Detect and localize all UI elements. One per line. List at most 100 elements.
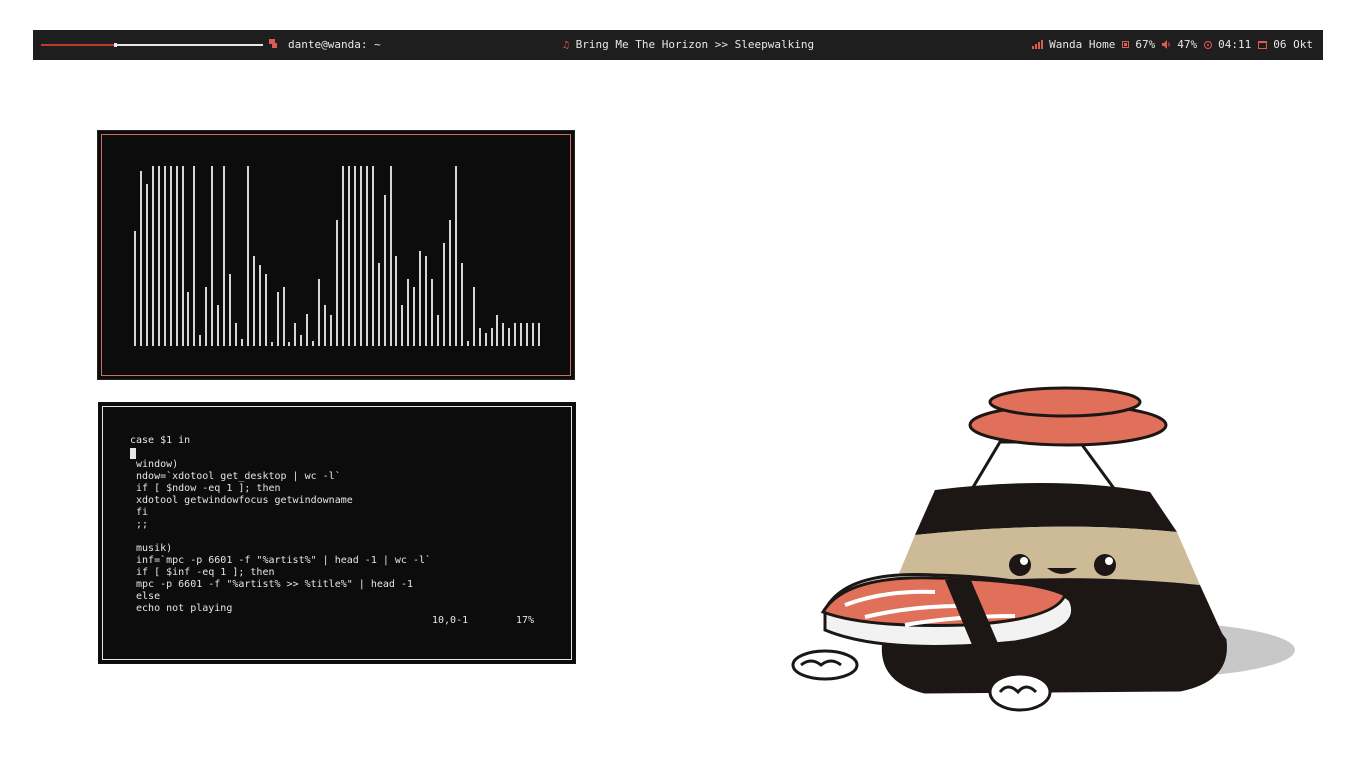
- visualizer-bar: [377, 263, 380, 346]
- visualizer-bar: [211, 166, 214, 346]
- visualizer-bar: [157, 166, 160, 346]
- visualizer-bar: [502, 322, 505, 346]
- text-cursor: [130, 448, 136, 459]
- window-title: dante@wanda: ~: [288, 38, 381, 51]
- terminal-icon[interactable]: [269, 39, 277, 48]
- visualizer-bar: [526, 322, 529, 346]
- terminal-window[interactable]: case $1 in window) ndow=`xdotool get_des…: [98, 402, 576, 664]
- visualizer-bar: [223, 166, 226, 346]
- visualizer-bar: [460, 263, 463, 346]
- now-playing-text: Bring Me The Horizon >> Sleepwalking: [575, 38, 815, 51]
- visualizer-bar: [151, 166, 154, 346]
- visualizer-bar: [264, 274, 267, 346]
- visualizer-bar: [448, 220, 451, 346]
- left-eye-shine: [1020, 557, 1028, 565]
- visualizer-bar: [169, 166, 172, 346]
- visualizer-bar: [288, 342, 291, 346]
- visualizer-bar: [466, 340, 469, 346]
- clock-time: 04:11: [1218, 38, 1252, 51]
- now-playing[interactable]: ♫ Bring Me The Horizon >> Sleepwalking: [563, 38, 814, 51]
- visualizer-bar: [246, 166, 249, 346]
- soy-sauce-sushi-illustration: [791, 386, 1295, 712]
- visualizer-bars: [134, 166, 544, 346]
- visualizer-bar: [181, 166, 184, 346]
- left-eye: [1009, 554, 1031, 576]
- visualizer-window[interactable]: [97, 130, 575, 380]
- visualizer-bar: [407, 279, 410, 346]
- visualizer-bar: [371, 166, 374, 346]
- battery-value: 67%: [1135, 38, 1156, 51]
- visualizer-bar: [478, 328, 481, 346]
- visualizer-bar: [401, 304, 404, 346]
- visualizer-bar: [199, 335, 202, 346]
- date-status[interactable]: 06 Okt: [1258, 38, 1313, 51]
- visualizer-bar: [359, 166, 362, 346]
- wifi-status[interactable]: Wanda Home: [1032, 38, 1115, 51]
- visualizer-bar: [538, 322, 541, 346]
- visualizer-bar: [235, 322, 237, 346]
- visualizer-bar: [312, 340, 315, 346]
- status-area: Wanda Home 67% 47% 04:11 06 Okt: [1032, 38, 1313, 51]
- right-eye: [1094, 554, 1116, 576]
- visualizer-bar: [472, 286, 475, 346]
- visualizer-bar: [383, 194, 386, 346]
- visualizer-bar: [336, 220, 339, 346]
- music-progress-bar[interactable]: [41, 43, 263, 47]
- ruler-position: 10,0-1: [432, 615, 469, 626]
- visualizer-bar: [353, 166, 356, 346]
- music-note-icon: ♫: [563, 40, 570, 51]
- music-progress-knob[interactable]: [114, 43, 118, 47]
- music-progress-fill: [41, 44, 115, 46]
- visualizer-bar: [240, 338, 243, 346]
- visualizer-bar: [431, 279, 434, 346]
- visualizer-bar: [306, 313, 309, 346]
- battery-status[interactable]: 67%: [1122, 38, 1155, 51]
- wifi-label: Wanda Home: [1049, 38, 1116, 51]
- visualizer-bar: [134, 230, 136, 346]
- right-foot: [988, 672, 1052, 712]
- visualizer-bar: [163, 166, 166, 346]
- visualizer-bar: [205, 286, 208, 346]
- cap-top: [988, 386, 1142, 418]
- ruler-percent: 17%: [516, 615, 535, 626]
- visualizer-bar: [419, 250, 422, 346]
- visualizer-bar: [229, 274, 232, 346]
- visualizer-bar: [395, 256, 398, 346]
- visualizer-bar: [347, 166, 350, 346]
- visualizer-bar: [139, 171, 142, 346]
- visualizer-bar: [270, 342, 273, 346]
- visualizer-bar: [365, 166, 368, 346]
- visualizer-bar: [276, 292, 279, 346]
- visualizer-bar: [425, 256, 428, 346]
- visualizer-bar: [532, 322, 535, 346]
- visualizer-bar: [282, 286, 285, 346]
- clock-icon: [1204, 40, 1213, 49]
- visualizer-bar: [341, 166, 344, 346]
- visualizer-bar: [175, 166, 178, 346]
- clock-status[interactable]: 04:11: [1204, 38, 1251, 51]
- visualizer-bar: [454, 166, 457, 346]
- wifi-signal-icon: [1032, 40, 1044, 49]
- visualizer-bar: [413, 286, 416, 346]
- visualizer-bar: [193, 166, 196, 346]
- visualizer-bar: [300, 335, 303, 346]
- volume-value: 47%: [1177, 38, 1198, 51]
- battery-icon: [1122, 41, 1130, 48]
- visualizer-bar: [389, 166, 392, 346]
- visualizer-bar: [442, 243, 445, 346]
- visualizer-bar: [258, 265, 261, 346]
- visualizer-bar: [496, 315, 499, 346]
- visualizer-bar: [514, 322, 517, 346]
- visualizer-bar: [484, 333, 487, 346]
- volume-status[interactable]: 47%: [1162, 38, 1197, 51]
- visualizer-bar: [217, 304, 220, 346]
- visualizer-bar: [508, 328, 511, 346]
- visualizer-bar: [490, 328, 493, 346]
- visualizer-bar: [187, 292, 190, 346]
- script-code[interactable]: case $1 in window) ndow=`xdotool get_des…: [130, 435, 431, 615]
- volume-icon: [1162, 40, 1170, 49]
- visualizer-bar: [330, 315, 333, 346]
- top-panel: dante@wanda: ~ ♫ Bring Me The Horizon >>…: [33, 30, 1323, 60]
- visualizer-bar: [145, 184, 148, 346]
- right-eye-shine: [1105, 557, 1113, 565]
